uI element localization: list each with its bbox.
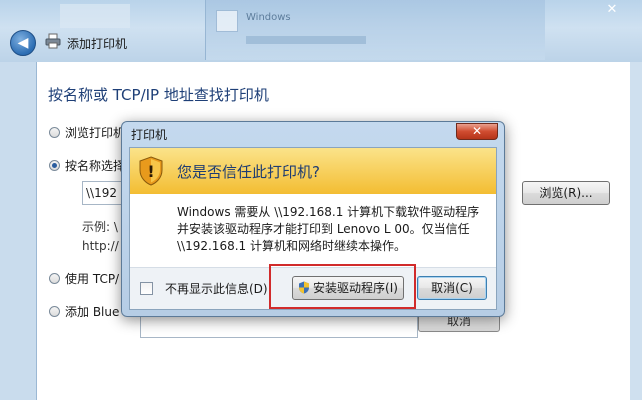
dialog-message: Windows 需要从 \\192.168.1 计算机下载软件驱动程序 并安装该…: [177, 204, 487, 255]
option-browse-label: 浏览打印机: [65, 126, 126, 140]
wizard-title: 添加打印机: [67, 37, 128, 51]
radio-select-by-name[interactable]: [49, 160, 60, 171]
message-line: \\192.168.1 计算机和网络时继续本操作。: [177, 239, 406, 253]
dialog-title: 打印机: [131, 128, 168, 142]
radio-tcpip[interactable]: [49, 273, 60, 284]
wizard-heading: 按名称或 TCP/IP 地址查找打印机: [48, 86, 269, 104]
message-line: 并安装该驱动程序才能打印到 Lenovo L 00。仅当信任: [177, 222, 470, 236]
warning-heading: 您是否信任此打印机?: [177, 163, 320, 181]
example-label: 示例: \: [82, 220, 118, 234]
dont-show-again-label: 不再显示此信息(D): [165, 282, 268, 296]
warning-banner: ! 您是否信任此打印机?: [130, 148, 496, 194]
example-url: http://: [82, 239, 119, 253]
dialog-cancel-button[interactable]: 取消(C): [417, 276, 487, 300]
printer-icon: [45, 33, 61, 49]
window-edge: [630, 62, 642, 400]
dialog-close-icon[interactable]: ✕: [456, 123, 498, 140]
background-window-bar: [246, 36, 366, 44]
option-bluetooth-label: 添加 Blue: [65, 305, 120, 319]
option-tcpip-label: 使用 TCP/: [65, 272, 120, 286]
back-arrow-icon[interactable]: ◀: [10, 30, 36, 56]
taskbar-thumbnail: [60, 4, 130, 28]
shield-warning-icon: !: [139, 156, 163, 186]
browse-button[interactable]: 浏览(R)...: [522, 181, 610, 205]
background-window: Windows: [205, 0, 545, 60]
radio-bluetooth[interactable]: [49, 306, 60, 317]
radio-browse-printer[interactable]: [49, 127, 60, 138]
background-window-title: Windows: [246, 12, 291, 23]
background-window-icon: [216, 10, 238, 32]
dont-show-again-checkbox[interactable]: [140, 282, 153, 295]
option-by-name-label: 按名称选择: [65, 159, 126, 173]
svg-text:!: !: [147, 162, 154, 181]
message-line: Windows 需要从 \\192.168.1 计算机下载软件驱动程序: [177, 205, 480, 219]
highlight-box: [269, 264, 416, 309]
window-close-icon[interactable]: ✕: [598, 2, 626, 18]
